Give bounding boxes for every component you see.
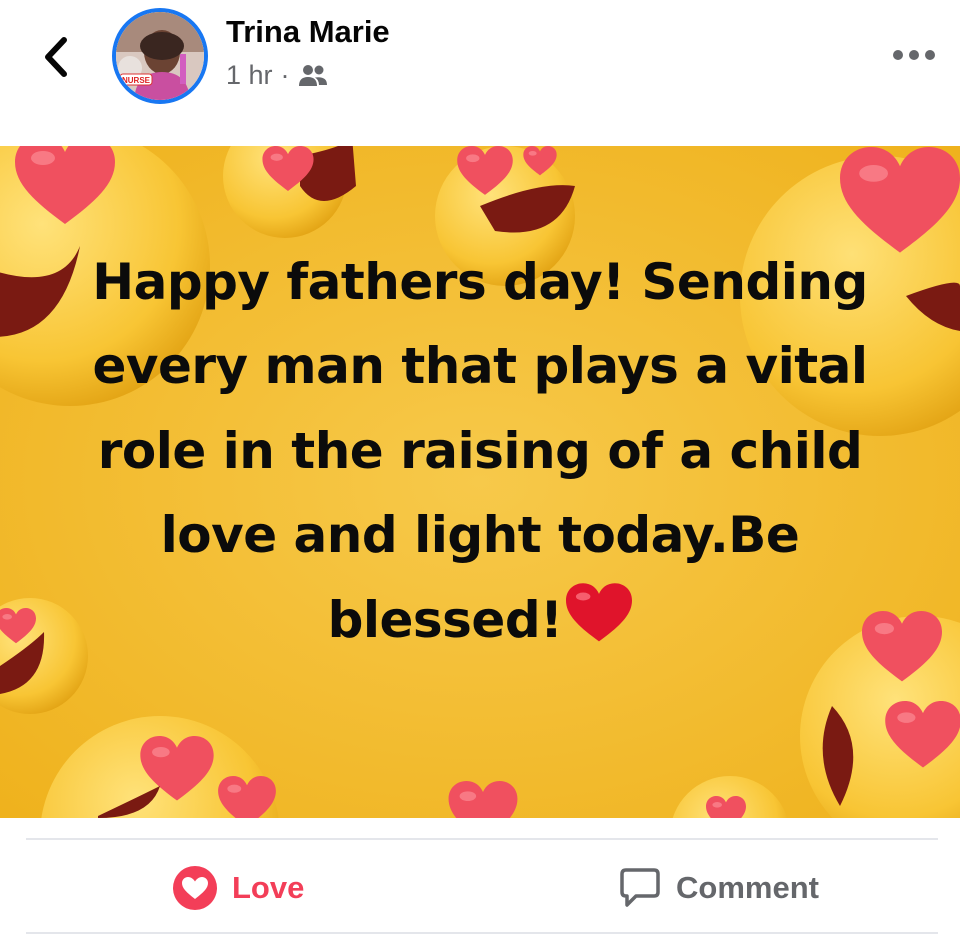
post-message: Happy fathers day! Sending every man tha… [92, 253, 868, 649]
chevron-left-icon [45, 37, 67, 77]
love-reaction-icon [173, 866, 217, 910]
post-meta: 1 hr · [226, 60, 328, 91]
post-header: NURSE Trina Marie 1 hr · [0, 0, 960, 146]
meta-separator: · [280, 60, 290, 90]
avatar-badge-text: NURSE [122, 76, 151, 85]
avatar[interactable]: NURSE [112, 8, 208, 104]
back-button[interactable] [34, 32, 78, 82]
friends-icon [298, 64, 327, 86]
post-timestamp[interactable]: 1 hr [226, 60, 273, 91]
love-button[interactable]: Love [172, 844, 304, 932]
actions-top-divider [26, 838, 938, 840]
post-actions: Love Comment [0, 844, 960, 932]
comment-icon [620, 868, 660, 907]
love-label: Love [232, 870, 305, 905]
post-image-text: Happy fathers day! Sending every man tha… [40, 240, 920, 668]
more-dots-icon [893, 50, 935, 60]
comment-label: Comment [676, 870, 819, 905]
actions-bottom-divider [26, 932, 938, 934]
author-name[interactable]: Trina Marie [226, 14, 390, 50]
profile-photo: NURSE [116, 12, 204, 100]
comment-button[interactable]: Comment [618, 844, 819, 932]
more-options-button[interactable] [890, 42, 940, 68]
post-image[interactable]: Happy fathers day! Sending every man tha… [0, 146, 960, 818]
red-heart-icon [566, 582, 633, 668]
